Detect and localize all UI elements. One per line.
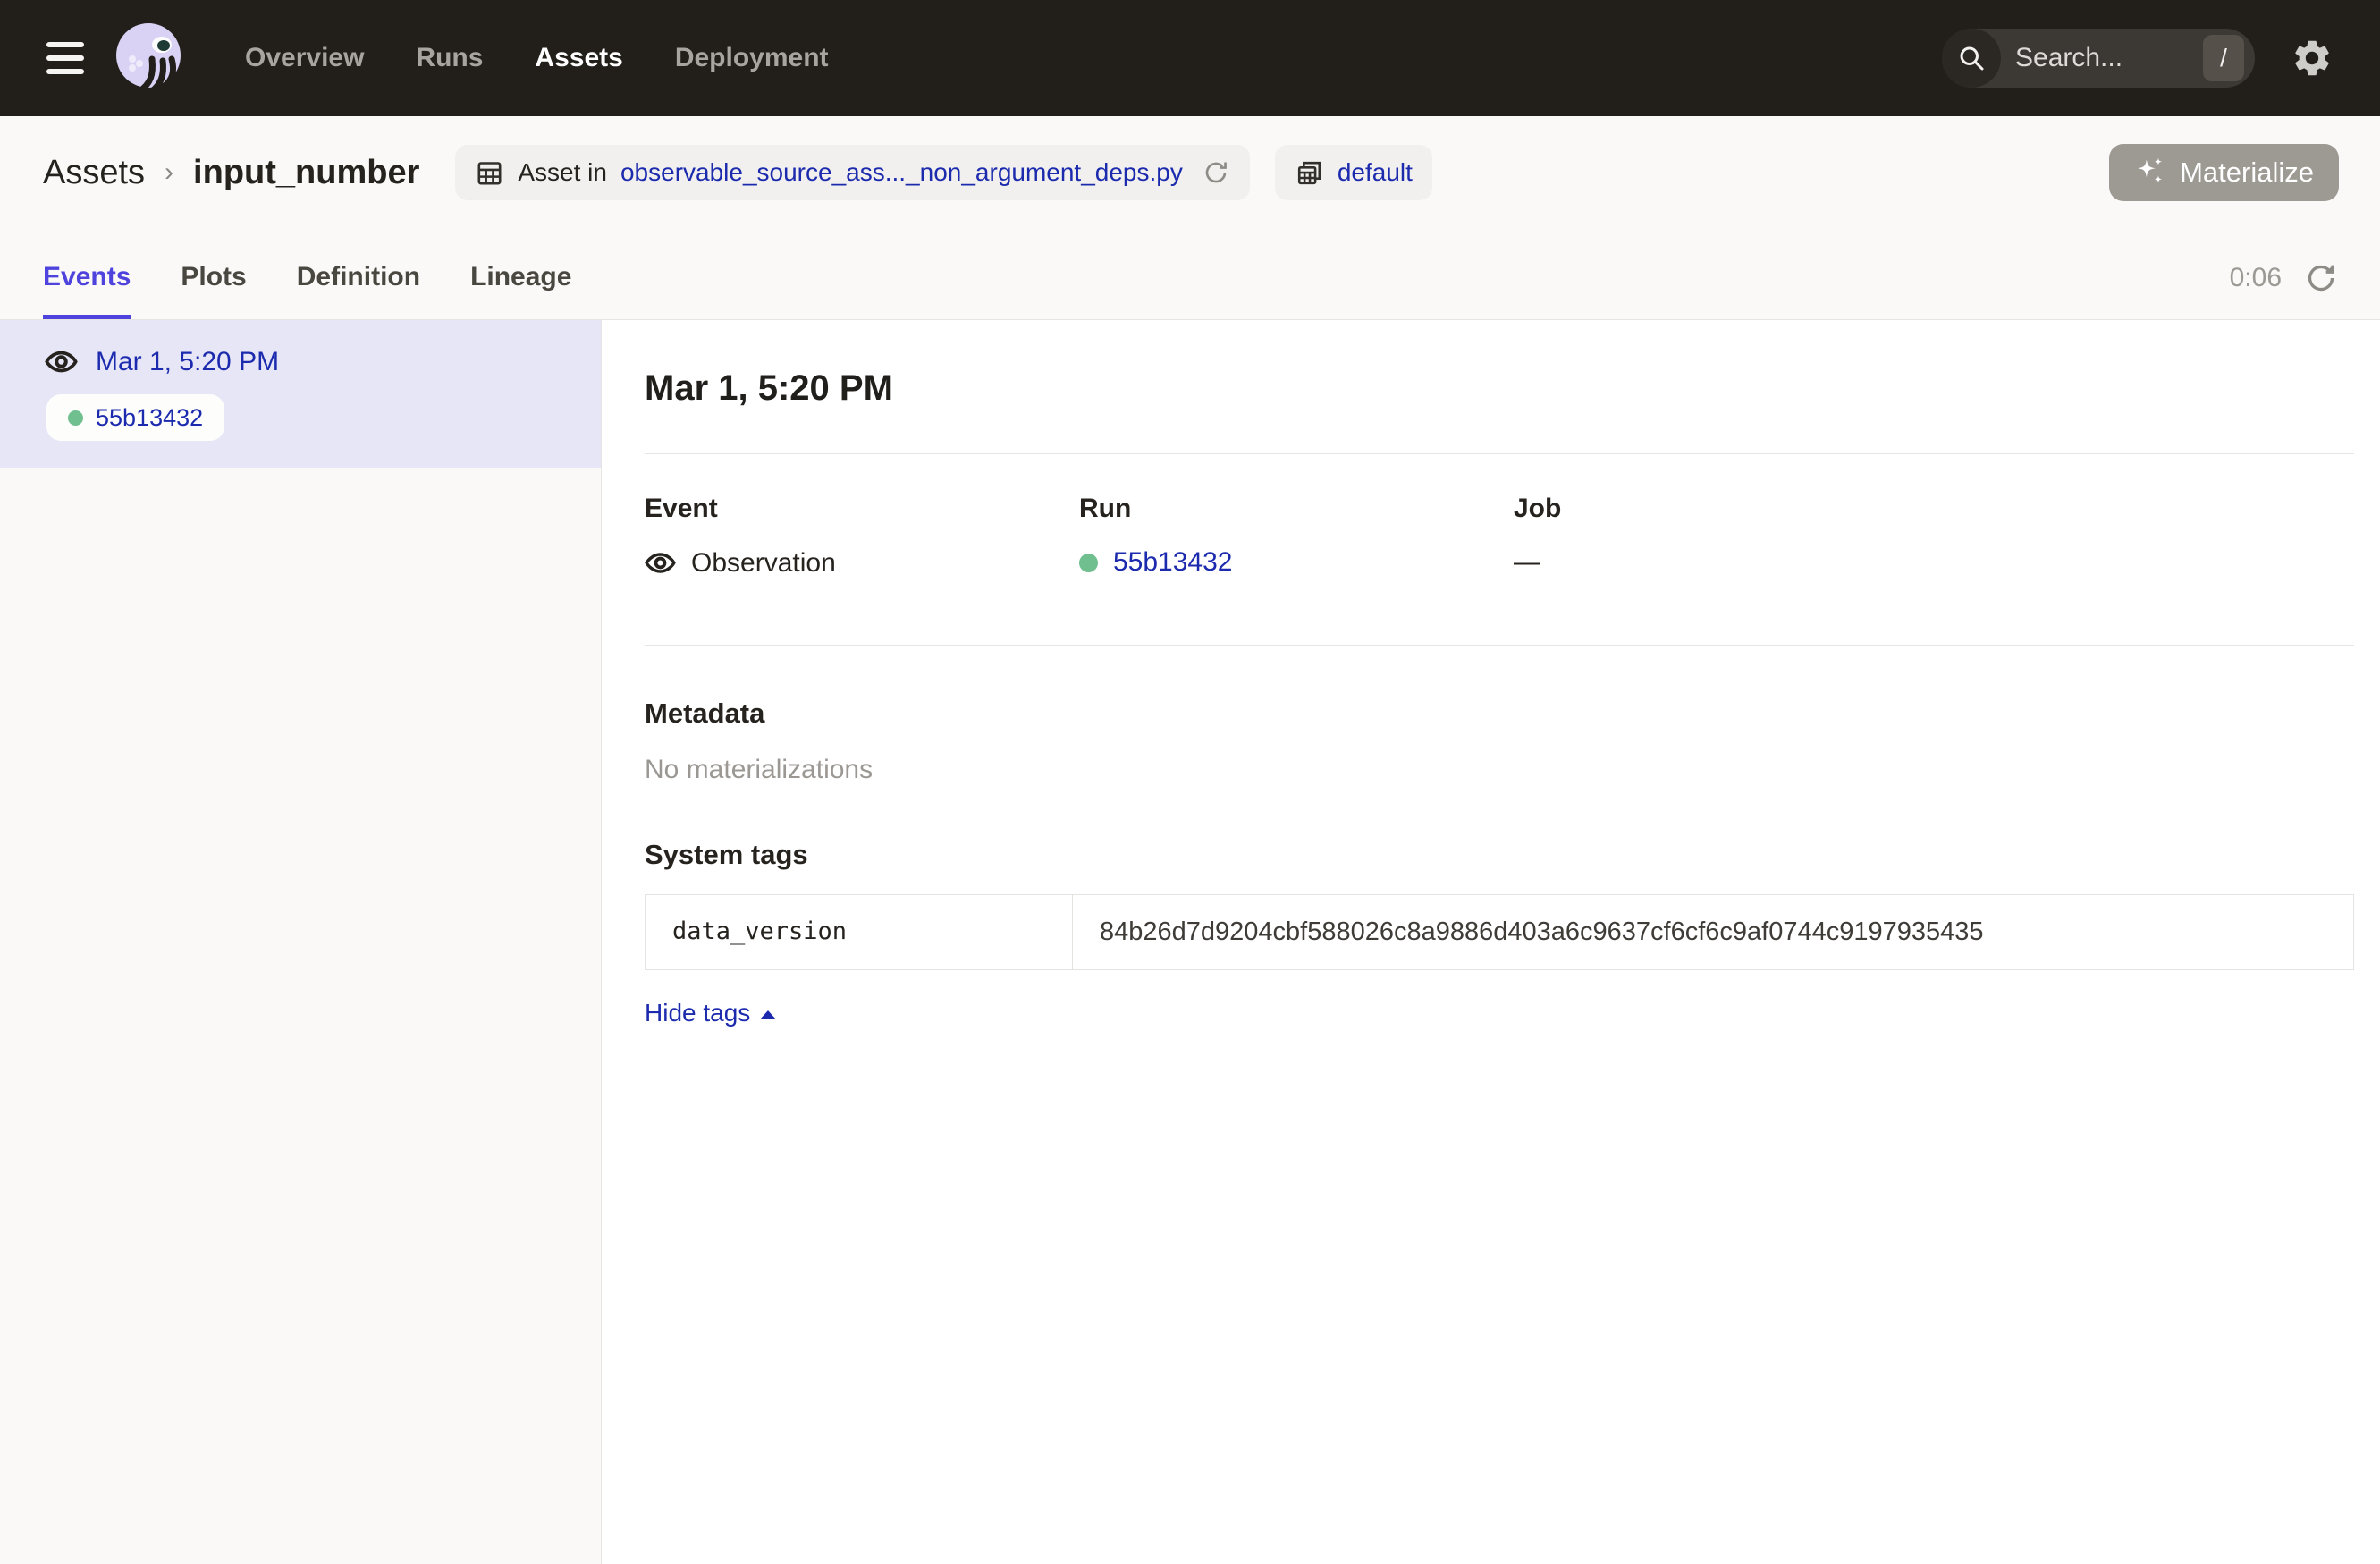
run-status-dot (1079, 554, 1098, 572)
asset-group-icon (1295, 158, 1324, 188)
table-row: data_version 84b26d7d9204cbf588026c8a988… (646, 895, 2353, 969)
nav-item-assets[interactable]: Assets (535, 43, 622, 73)
breadcrumb-chevron-icon: › (165, 157, 173, 188)
page-title-asset-name: input_number (193, 154, 419, 192)
search-icon (1942, 29, 2001, 88)
gear-icon[interactable] (2291, 37, 2334, 80)
hide-tags-link[interactable]: Hide tags (645, 999, 776, 1027)
asset-group-pill[interactable]: default (1275, 145, 1432, 200)
event-detail-pane: Mar 1, 5:20 PM Event Observation Run 55b… (602, 320, 2380, 1564)
asset-tabs: Events Plots Definition Lineage 0:06 (0, 230, 2380, 320)
event-timestamp-link[interactable]: Mar 1, 5:20 PM (96, 347, 279, 377)
tab-events[interactable]: Events (43, 262, 131, 319)
tag-value-cell: 84b26d7d9204cbf588026c8a9886d403a6c9637c… (1073, 895, 2353, 969)
search-input[interactable] (2015, 43, 2167, 73)
materialize-button-label: Materialize (2180, 156, 2314, 189)
sparkle-icon (2134, 156, 2166, 189)
dagster-logo[interactable] (113, 20, 190, 97)
caret-up-icon (760, 1010, 776, 1019)
event-list-item-selected[interactable]: Mar 1, 5:20 PM 55b13432 (0, 320, 601, 468)
tab-lineage[interactable]: Lineage (470, 262, 571, 319)
system-tags-table: data_version 84b26d7d9204cbf588026c8a988… (645, 894, 2354, 970)
nav-item-overview[interactable]: Overview (245, 43, 364, 73)
asset-group-link[interactable]: default (1338, 158, 1413, 187)
tab-plots[interactable]: Plots (181, 262, 246, 319)
event-column: Event Observation (645, 494, 1079, 579)
asset-source-file-link[interactable]: observable_source_ass..._non_argument_de… (620, 158, 1183, 187)
search-shortcut-key: / (2203, 35, 2244, 81)
event-detail-title: Mar 1, 5:20 PM (645, 368, 2354, 409)
run-id-chip[interactable]: 55b13432 (46, 394, 224, 441)
run-id-link[interactable]: 55b13432 (1113, 547, 1232, 578)
materialize-button[interactable]: Materialize (2109, 144, 2339, 201)
asset-definition-pill: Asset in observable_source_ass..._non_ar… (455, 145, 1249, 200)
hide-tags-label: Hide tags (645, 999, 750, 1027)
nav-item-runs[interactable]: Runs (416, 43, 483, 73)
events-content: Mar 1, 5:20 PM 55b13432 Mar 1, 5:20 PM E… (0, 320, 2380, 1564)
job-column-label: Job (1514, 494, 2354, 524)
observation-eye-icon (645, 547, 676, 579)
hamburger-menu-icon[interactable] (46, 42, 84, 74)
run-column: Run 55b13432 (1079, 494, 1514, 579)
run-status-dot (68, 410, 83, 426)
job-column: Job — (1514, 494, 2354, 579)
asset-pill-prefix: Asset in (518, 158, 607, 187)
metadata-empty-state: No materializations (645, 755, 2354, 785)
event-column-label: Event (645, 494, 1079, 524)
run-chip-label: 55b13432 (96, 404, 203, 432)
event-list-sidebar: Mar 1, 5:20 PM 55b13432 (0, 320, 602, 1564)
system-tags-heading: System tags (645, 839, 2354, 871)
global-search[interactable]: / (1942, 29, 2255, 88)
refresh-countdown: 0:06 (2230, 263, 2282, 293)
run-column-label: Run (1079, 494, 1514, 524)
divider (645, 645, 2354, 646)
job-empty-value: — (1514, 547, 1540, 578)
breadcrumb-assets-link[interactable]: Assets (43, 154, 145, 192)
table-icon (475, 158, 504, 188)
top-navigation-bar: Overview Runs Assets Deployment / (0, 0, 2380, 116)
refresh-icon[interactable] (2303, 260, 2339, 296)
tab-definition[interactable]: Definition (297, 262, 420, 319)
tag-key-cell: data_version (646, 895, 1073, 969)
reload-definitions-icon[interactable] (1202, 158, 1230, 187)
primary-nav: Overview Runs Assets Deployment (245, 43, 829, 73)
asset-header: Assets › input_number Asset in observabl… (0, 116, 2380, 230)
nav-item-deployment[interactable]: Deployment (675, 43, 829, 73)
metadata-heading: Metadata (645, 697, 2354, 730)
observation-eye-icon (45, 345, 78, 378)
event-summary-grid: Event Observation Run 55b13432 Job (645, 494, 2354, 579)
event-type-value: Observation (691, 548, 836, 579)
divider (645, 453, 2354, 454)
